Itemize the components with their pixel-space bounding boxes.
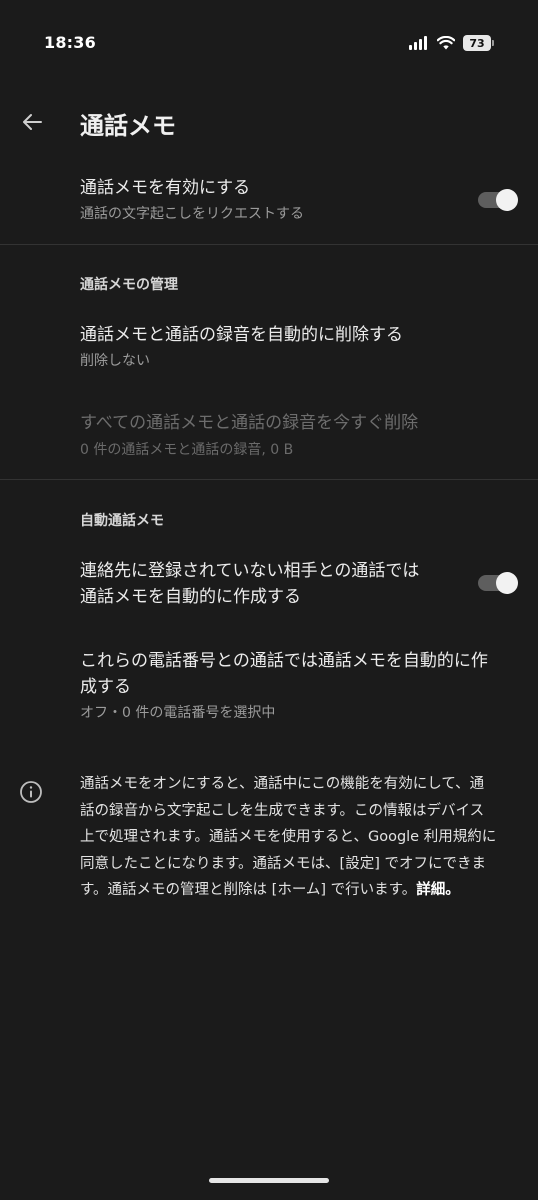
- enable-memo-subtitle: 通話の文字起こしをリクエストする: [80, 206, 304, 222]
- status-time: 18:36: [44, 33, 96, 52]
- info-line-text: す。通話メモの管理と削除は [ホーム] で行います。: [80, 882, 417, 898]
- info-circle-icon: [20, 781, 42, 803]
- selected-numbers-title-line1: これらの電話番号との通話では通話メモを自動的に作: [80, 651, 488, 671]
- battery-icon: 73: [463, 35, 494, 51]
- status-icons: 73: [409, 34, 494, 52]
- section-header-management: 通話メモの管理: [80, 277, 178, 293]
- enable-memo-title: 通話メモを有効にする: [80, 178, 251, 198]
- info-text: 通話メモをオンにすると、通話中にこの機能を有効にして、通 話の録音から文字起こし…: [80, 771, 516, 904]
- enable-memo-toggle[interactable]: [478, 189, 518, 211]
- enable-memo-row[interactable]: 通話メモを有効にする 通話の文字起こしをリクエストする: [0, 166, 538, 242]
- unknown-callers-toggle[interactable]: [478, 572, 518, 594]
- divider: [0, 244, 538, 245]
- delete-all-row: すべての通話メモと通話の録音を今すぐ削除 0 件の通話メモと通話の録音, 0 B: [0, 402, 538, 472]
- info-line: 話の録音から文字起こしを生成できます。この情報はデバイス: [80, 802, 485, 819]
- info-line: 上で処理されます。通話メモを使用すると、Google 利用規約に: [80, 829, 497, 845]
- battery-level: 73: [463, 35, 491, 51]
- page-title: 通話メモ: [80, 112, 176, 140]
- selected-numbers-row[interactable]: これらの電話番号との通話では通話メモを自動的に作 成する オフ・0 件の電話番号…: [0, 640, 538, 730]
- arrow-left-icon: [23, 114, 42, 130]
- auto-delete-subtitle: 削除しない: [80, 353, 150, 369]
- delete-all-subtitle: 0 件の通話メモと通話の録音, 0 B: [80, 442, 294, 458]
- learn-more-link[interactable]: 詳細。: [416, 882, 460, 898]
- unknown-callers-title-line1: 連絡先に登録されていない相手との通話では: [80, 561, 420, 581]
- info-line: 同意したことになります。通話メモは、[設定] でオフにできま: [80, 855, 486, 872]
- battery-tip: [492, 40, 494, 46]
- unknown-callers-row[interactable]: 連絡先に登録されていない相手との通話では 通話メモを自動的に作成する: [0, 550, 538, 620]
- selected-numbers-subtitle: オフ・0 件の電話番号を選択中: [80, 705, 276, 721]
- info-line: 通話メモをオンにすると、通話中にこの機能を有効にして、通: [80, 776, 485, 792]
- section-header-auto-memo: 自動通話メモ: [80, 513, 164, 529]
- divider: [0, 479, 538, 480]
- toggle-thumb: [496, 189, 518, 211]
- toggle-thumb: [496, 572, 518, 594]
- wifi-icon: [437, 36, 455, 50]
- status-bar: 18:36 73: [0, 0, 538, 86]
- cell-signal-icon: [409, 36, 427, 50]
- home-indicator[interactable]: [209, 1178, 329, 1183]
- app-bar: 通話メモ: [0, 90, 538, 154]
- info-line: す。通話メモの管理と削除は [ホーム] で行います。詳細。: [80, 877, 516, 904]
- unknown-callers-title-line2: 通話メモを自動的に作成する: [80, 587, 301, 607]
- auto-delete-title: 通話メモと通話の録音を自動的に削除する: [80, 325, 403, 345]
- delete-all-title: すべての通話メモと通話の録音を今すぐ削除: [80, 413, 419, 433]
- auto-delete-row[interactable]: 通話メモと通話の録音を自動的に削除する 削除しない: [0, 314, 538, 384]
- selected-numbers-title-line2: 成する: [80, 677, 131, 697]
- back-button[interactable]: [12, 102, 52, 142]
